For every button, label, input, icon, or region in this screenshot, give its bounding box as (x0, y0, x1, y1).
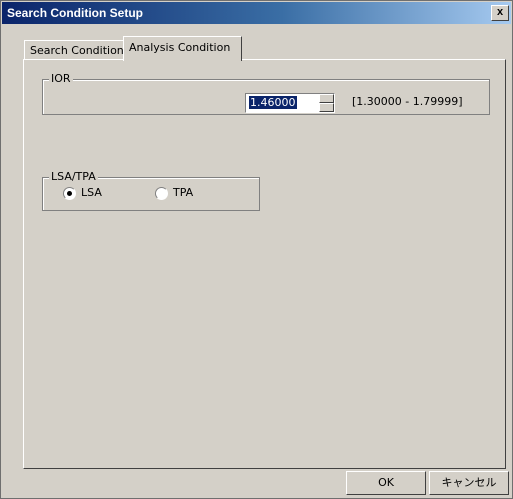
tab-label: Search Condition (30, 44, 124, 57)
ior-groupbox: IOR 1.46000 [1.30000 - 1.79999] (42, 72, 490, 115)
radio-lsa[interactable]: LSA (63, 185, 102, 201)
lsa-tpa-groupbox: LSA/TPA LSA TPA (42, 170, 260, 211)
radio-tpa-indicator[interactable] (155, 186, 168, 200)
ior-group-label: IOR (49, 72, 73, 86)
lsa-tpa-group-label: LSA/TPA (49, 170, 98, 184)
analysis-condition-panel: IOR 1.46000 [1.30000 - 1.79999] LSA/TPA … (23, 59, 506, 469)
ior-spinner[interactable] (319, 94, 334, 112)
radio-lsa-indicator[interactable] (63, 186, 76, 200)
radio-tpa-label: TPA (173, 186, 194, 199)
spin-down-button[interactable] (319, 103, 334, 112)
ior-range-text: [1.30000 - 1.79999] (352, 95, 463, 108)
cancel-button[interactable]: キャンセル (429, 471, 509, 495)
tab-search-condition[interactable]: Search Condition (24, 40, 125, 61)
title-bar[interactable]: Search Condition Setup x (2, 2, 511, 24)
ior-spin-input[interactable]: 1.46000 (245, 93, 335, 113)
dialog-window: Search Condition Setup x Search Conditio… (0, 0, 513, 499)
tab-analysis-condition[interactable]: Analysis Condition (123, 36, 242, 61)
ok-button[interactable]: OK (346, 471, 426, 495)
close-button[interactable]: x (491, 5, 509, 21)
radio-lsa-label: LSA (81, 186, 102, 199)
close-icon: x (496, 6, 504, 18)
tab-label: Analysis Condition (129, 41, 231, 54)
window-title: Search Condition Setup (7, 6, 144, 20)
spin-up-button[interactable] (319, 94, 334, 103)
radio-tpa[interactable]: TPA (155, 185, 193, 201)
ior-value[interactable]: 1.46000 (249, 96, 297, 109)
